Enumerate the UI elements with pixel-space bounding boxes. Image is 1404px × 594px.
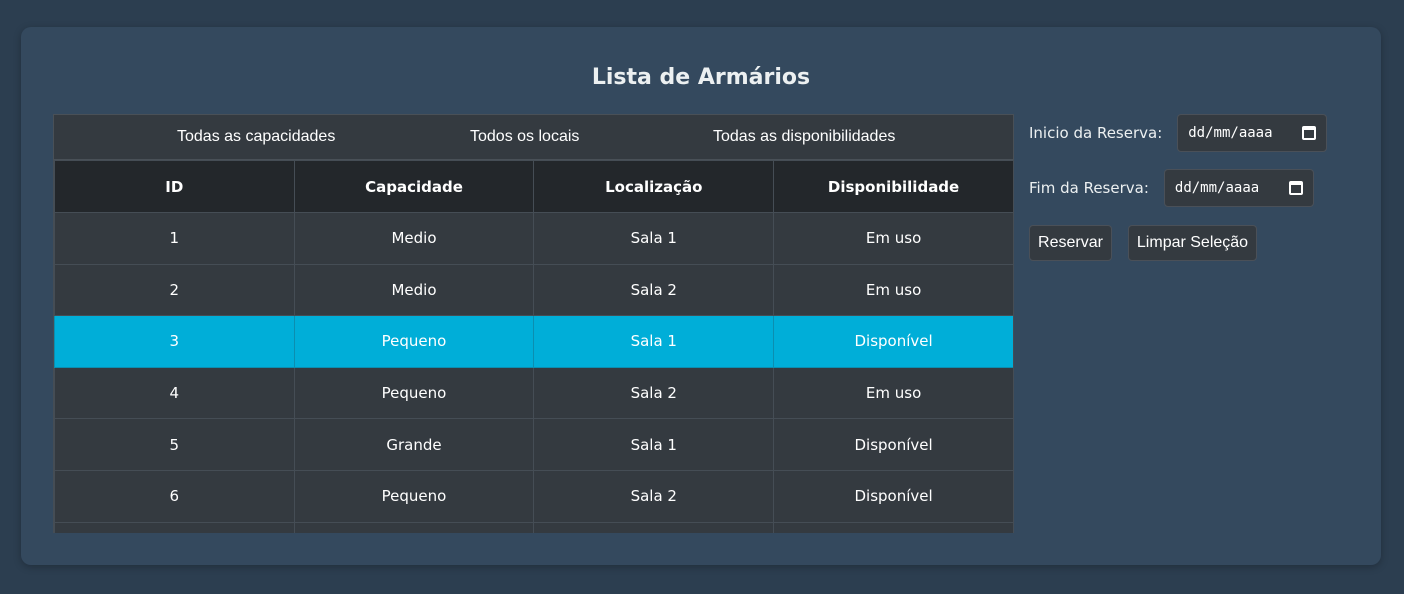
column-header-capacity: Capacidade	[293, 160, 535, 213]
cell-capacity: Medio	[293, 263, 535, 317]
lockers-table: ID Capacidade Localização Disponibilidad…	[54, 160, 1013, 533]
table-row[interactable]: 6 Pequeno Sala 2 Disponível	[54, 469, 1013, 523]
table-row[interactable]: 2 Medio Sala 2 Em uso	[54, 263, 1013, 317]
cell-location: Sala 1	[533, 418, 775, 471]
cell-availability: Disponível	[773, 469, 1013, 523]
capacity-filter-select[interactable]: Todas as capacidades	[177, 115, 335, 159]
calendar-icon[interactable]	[1288, 181, 1303, 195]
availability-filter-select[interactable]: Todas as disponibilidades	[713, 115, 895, 159]
start-date-row: Inicio da Reserva: dd/mm/aaaa	[1029, 114, 1328, 152]
cell-location	[533, 521, 775, 533]
end-date-input[interactable]: dd/mm/aaaa	[1163, 169, 1314, 207]
page-title: Lista de Armários	[591, 65, 811, 90]
cell-availability: Disponível	[773, 315, 1013, 368]
table-row[interactable]: 1 Medio Sala 1 Em uso	[54, 212, 1013, 265]
start-date-label: Inicio da Reserva:	[1029, 124, 1163, 142]
table-row[interactable]	[54, 521, 1013, 533]
filter-bar: Todas as capacidades Todos os locais Tod…	[53, 114, 1014, 160]
cell-capacity: Pequeno	[293, 315, 535, 368]
reserve-button[interactable]: Reservar	[1029, 225, 1112, 261]
cell-location: Sala 1	[533, 315, 775, 368]
cell-id: 2	[54, 263, 295, 317]
clear-selection-button[interactable]: Limpar Seleção	[1128, 225, 1257, 261]
cell-availability: Em uso	[773, 212, 1013, 265]
cell-id	[54, 521, 295, 533]
table-header-row: ID Capacidade Localização Disponibilidad…	[54, 160, 1013, 213]
end-date-label: Fim da Reserva:	[1029, 179, 1149, 197]
table-row[interactable]: 5 Grande Sala 1 Disponível	[54, 418, 1013, 471]
cell-availability: Em uso	[773, 366, 1013, 420]
end-date-row: Fim da Reserva: dd/mm/aaaa	[1029, 169, 1314, 207]
lockers-card: Lista de Armários Todas as capacidades T…	[21, 27, 1381, 565]
start-date-input[interactable]: dd/mm/aaaa	[1177, 114, 1328, 152]
cell-availability	[773, 521, 1013, 533]
column-header-location: Localização	[533, 160, 775, 213]
start-date-value: dd/mm/aaaa	[1188, 125, 1273, 141]
cell-id: 3	[54, 315, 295, 368]
table-row-selected[interactable]: 3 Pequeno Sala 1 Disponível	[54, 315, 1013, 368]
cell-availability: Disponível	[773, 418, 1013, 471]
cell-location: Sala 2	[533, 366, 775, 420]
cell-id: 5	[54, 418, 295, 471]
cell-location: Sala 2	[533, 263, 775, 317]
table-row[interactable]: 4 Pequeno Sala 2 Em uso	[54, 366, 1013, 420]
cell-availability: Em uso	[773, 263, 1013, 317]
cell-location: Sala 2	[533, 469, 775, 523]
location-filter-select[interactable]: Todos os locais	[470, 115, 579, 159]
column-header-id: ID	[54, 160, 295, 213]
cell-id: 1	[54, 212, 295, 265]
calendar-icon[interactable]	[1302, 126, 1317, 140]
cell-capacity: Medio	[293, 212, 535, 265]
cell-id: 4	[54, 366, 295, 420]
cell-location: Sala 1	[533, 212, 775, 265]
cell-capacity: Grande	[293, 418, 535, 471]
end-date-value: dd/mm/aaaa	[1174, 180, 1260, 196]
cell-capacity: Pequeno	[293, 366, 535, 420]
cell-capacity	[293, 521, 535, 533]
lockers-table-container[interactable]: ID Capacidade Localização Disponibilidad…	[53, 160, 1014, 533]
cell-capacity: Pequeno	[293, 469, 535, 523]
cell-id: 6	[54, 469, 295, 523]
column-header-availability: Disponibilidade	[773, 160, 1013, 213]
